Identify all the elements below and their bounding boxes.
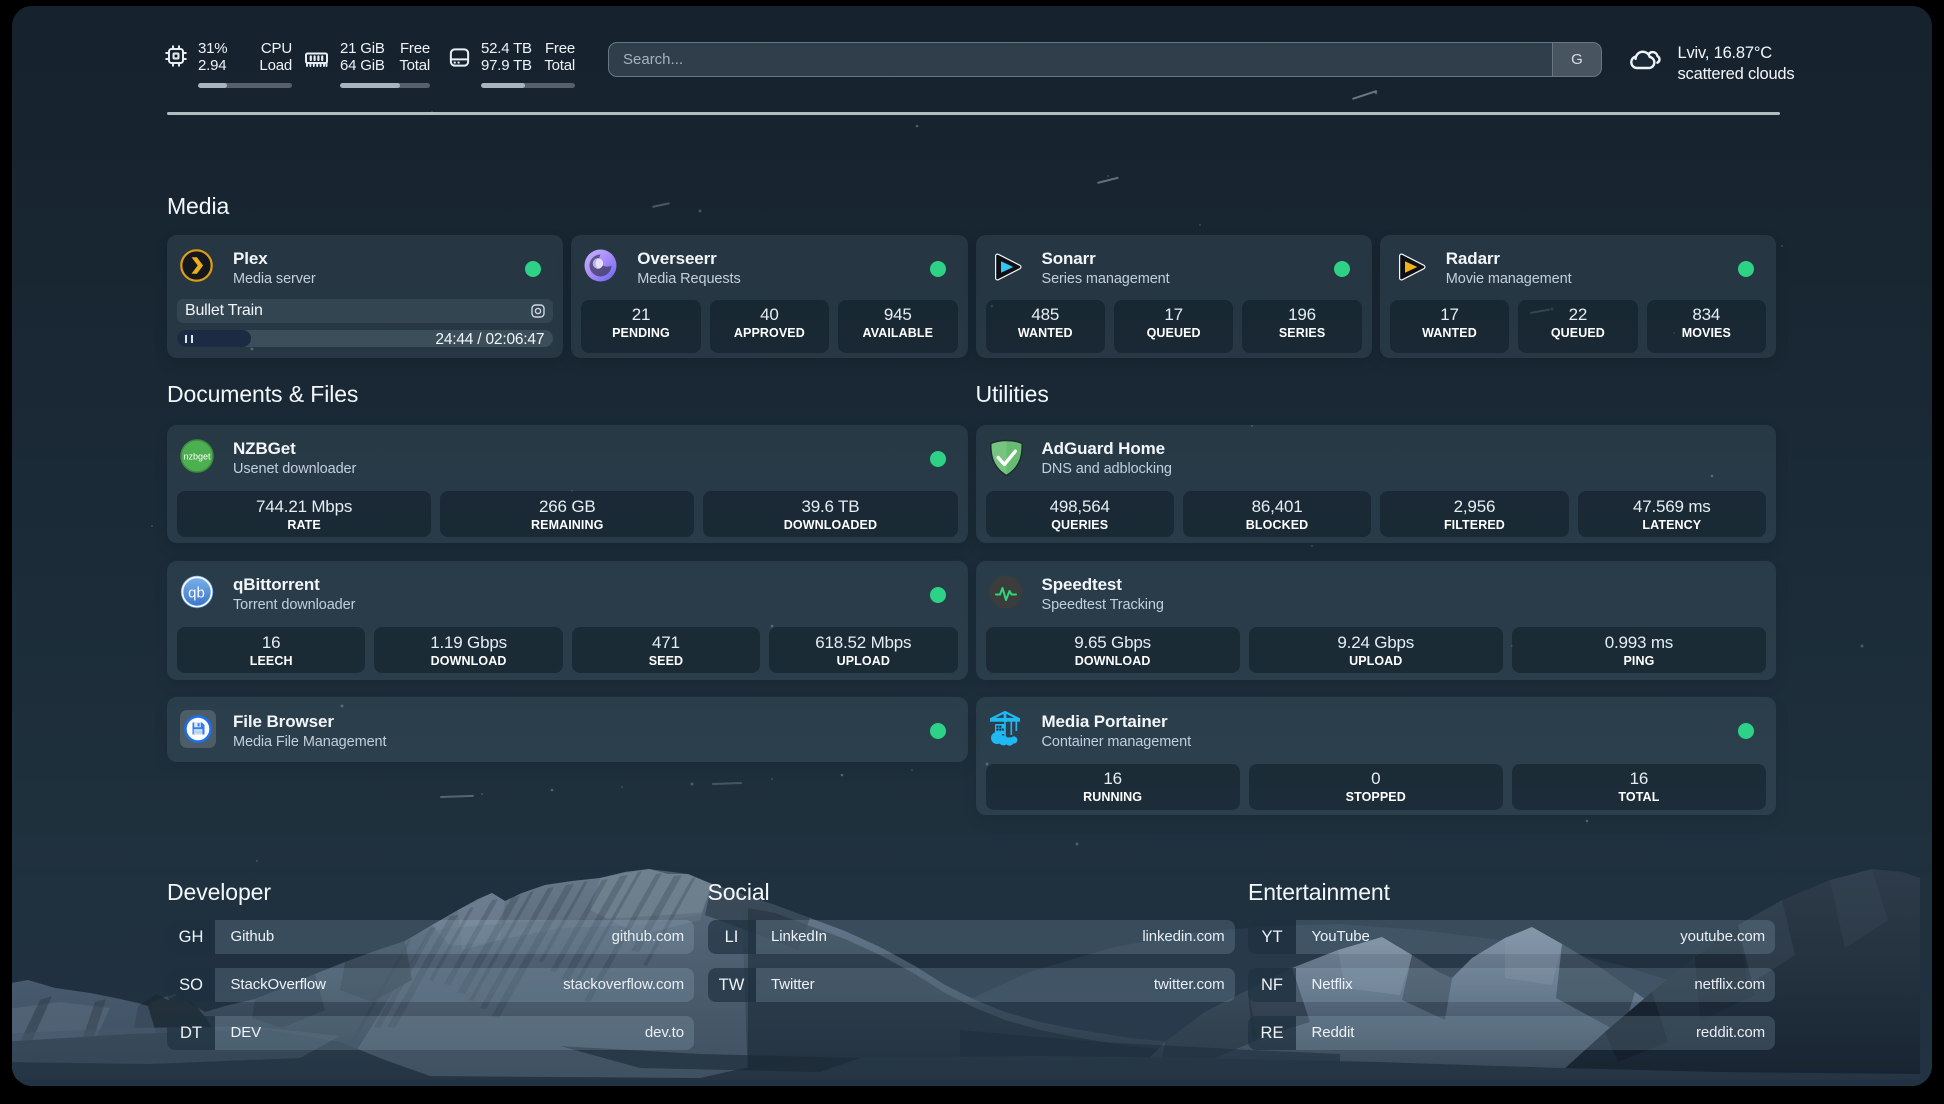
svg-text:qb: qb	[188, 584, 205, 601]
svg-text:nzbget: nzbget	[183, 451, 211, 461]
